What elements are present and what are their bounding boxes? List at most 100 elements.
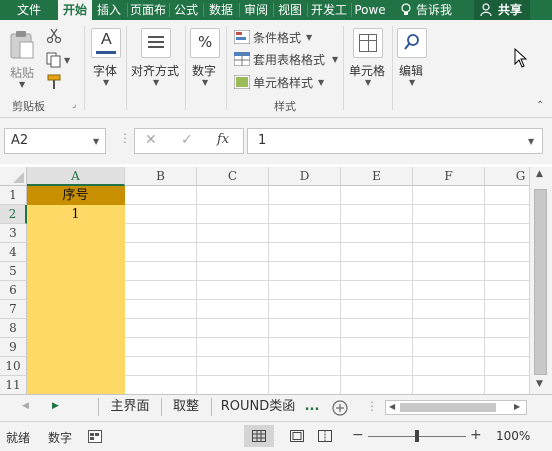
tell-me-label: 告诉我 — [416, 3, 453, 17]
alignment-label: 对齐方式 — [131, 64, 180, 78]
table-format-button[interactable]: 套用表格格式 ▼ — [232, 50, 342, 68]
ribbon-separator — [126, 26, 127, 110]
cell-a1[interactable]: 序号 — [27, 186, 125, 205]
formula-value: 1 — [258, 133, 267, 148]
tell-me-box[interactable]: 告诉我 — [396, 0, 466, 20]
scissors-icon[interactable] — [46, 28, 62, 44]
styles-group-title: 样式 — [274, 100, 296, 113]
ribbon-separator — [226, 26, 227, 110]
cancel-icon[interactable]: ✕ — [145, 132, 157, 148]
tab-page-layout[interactable]: 页面布 — [128, 0, 168, 20]
table-format-icon — [234, 52, 250, 66]
tab-home[interactable]: 开始 — [58, 0, 92, 20]
tab-insert[interactable]: 插入 — [92, 0, 126, 20]
scroll-down-icon[interactable]: ▼ — [536, 379, 543, 389]
chevron-down-icon: ▼ — [332, 55, 339, 64]
number-button[interactable]: % 数字 ▼ — [188, 26, 222, 90]
chevron-down-icon: ▼ — [409, 78, 416, 87]
share-label: 共享 — [498, 3, 523, 17]
status-bar: 就绪 数字 − + 100% — [0, 421, 552, 451]
normal-view-button[interactable] — [244, 425, 274, 447]
tab-divider — [98, 398, 99, 416]
font-button[interactable]: A 字体 ▼ — [89, 26, 123, 90]
vertical-scrollbar[interactable]: ▲ ▼ — [529, 167, 552, 394]
conditional-format-button[interactable]: 条件格式 ▼ — [232, 28, 342, 46]
cell-style-button[interactable]: 单元格样式 ▼ — [232, 73, 342, 91]
ribbon-separator — [392, 26, 393, 110]
tab-formulas[interactable]: 公式 — [170, 0, 202, 20]
cell-a2[interactable]: 1 — [27, 205, 125, 224]
clipboard-icon — [10, 31, 34, 59]
name-box[interactable]: A2 ▼ — [4, 128, 106, 154]
number-label: 数字 — [192, 64, 217, 78]
format-painter-icon[interactable] — [46, 74, 62, 90]
lightbulb-icon — [401, 3, 411, 15]
chevron-down-icon[interactable]: ▼ — [93, 137, 99, 146]
sheet-prev-icon[interactable]: ◀ — [22, 401, 29, 411]
cell-style-icon — [234, 75, 250, 89]
sheet-tab-round-functions[interactable]: ROUND类函 — [214, 395, 302, 419]
enter-icon[interactable]: ✓ — [181, 132, 193, 148]
scroll-left-icon[interactable]: ◀ — [389, 402, 395, 411]
alignment-button[interactable]: 对齐方式 ▼ — [129, 26, 183, 90]
conditional-format-icon — [234, 30, 250, 44]
sheet-tab-main[interactable]: 主界面 — [100, 395, 160, 419]
copy-icon[interactable] — [46, 52, 62, 68]
tab-data[interactable]: 数据 — [204, 0, 238, 20]
ribbon-separator — [185, 26, 186, 110]
sheet-tab-bar: ◀ ▶ 主界面 取整 ROUND类函 ... ⋮ ◀ ▶ — [0, 394, 552, 421]
horizontal-split-grip[interactable]: ⋮ — [366, 399, 378, 413]
name-box-value: A2 — [11, 133, 29, 148]
tab-developer[interactable]: 开发工 — [308, 0, 350, 20]
clipboard-launcher-icon[interactable]: ⌟ — [72, 100, 76, 110]
zoom-level[interactable]: 100% — [496, 429, 530, 443]
scroll-right-icon[interactable]: ▶ — [514, 402, 520, 411]
collapse-ribbon-icon[interactable]: ⌃ — [536, 100, 544, 111]
percent-icon: % — [190, 28, 220, 58]
cells-button[interactable]: 单元格 ▼ — [347, 26, 389, 90]
search-icon — [397, 28, 427, 58]
zoom-out-icon[interactable]: − — [352, 427, 364, 443]
formula-bar-grip[interactable]: ⋮ — [119, 131, 131, 145]
sheet-tab-round-off[interactable]: 取整 — [162, 395, 210, 419]
chevron-down-icon: ▼ — [306, 33, 313, 42]
chevron-down-icon: ▼ — [365, 78, 372, 87]
paste-button[interactable]: 粘贴 ▼ — [6, 26, 40, 89]
page-layout-view-icon[interactable] — [290, 430, 304, 442]
page-break-view-icon[interactable] — [318, 430, 332, 442]
scroll-up-icon[interactable]: ▲ — [536, 169, 543, 179]
editing-label: 编辑 — [399, 64, 424, 78]
align-icon — [141, 28, 171, 58]
copy-dropdown-icon[interactable]: ▼ — [64, 56, 70, 65]
tab-review[interactable]: 审阅 — [240, 0, 272, 20]
tab-power[interactable]: Powe — [352, 0, 388, 20]
chevron-down-icon: ▼ — [202, 78, 209, 87]
normal-view-icon — [252, 430, 266, 442]
expand-formula-icon[interactable]: ▼ — [528, 137, 534, 146]
tab-file[interactable]: 文件 — [0, 0, 58, 20]
worksheet-grid[interactable]: A B C D E F G 1 2 3 4 5 6 7 8 9 10 11 序号… — [0, 167, 529, 394]
share-button[interactable]: 共享 — [474, 0, 530, 20]
ribbon: 粘贴 ▼ ▼ 剪贴板 ⌟ A 字体 ▼ 对齐方式 ▼ % 数字 ▼ 条件格式 ▼… — [0, 20, 552, 118]
editing-button[interactable]: 编辑 ▼ — [395, 26, 429, 90]
plus-icon[interactable] — [332, 400, 348, 416]
chevron-down-icon: ▼ — [318, 78, 325, 87]
status-ready: 就绪 — [6, 431, 31, 445]
ribbon-separator — [84, 26, 85, 110]
more-sheets-button[interactable]: ... — [302, 395, 322, 419]
font-label: 字体 — [93, 64, 118, 78]
paste-label: 粘贴 — [10, 66, 35, 80]
mouse-cursor-icon — [514, 48, 528, 68]
horizontal-scrollbar[interactable]: ◀ ▶ — [385, 400, 527, 415]
tab-view[interactable]: 视图 — [274, 0, 306, 20]
scroll-thumb[interactable] — [534, 189, 547, 375]
zoom-slider-thumb[interactable] — [415, 430, 419, 442]
formula-input[interactable]: 1 ▼ — [247, 128, 543, 154]
hscroll-thumb[interactable] — [400, 403, 496, 412]
zoom-in-icon[interactable]: + — [470, 427, 482, 443]
ribbon-separator — [343, 26, 344, 110]
column-a-fill — [27, 205, 125, 394]
macro-record-icon[interactable] — [88, 430, 102, 443]
insert-function-icon[interactable]: fx — [217, 132, 229, 147]
sheet-next-icon[interactable]: ▶ — [52, 401, 59, 411]
